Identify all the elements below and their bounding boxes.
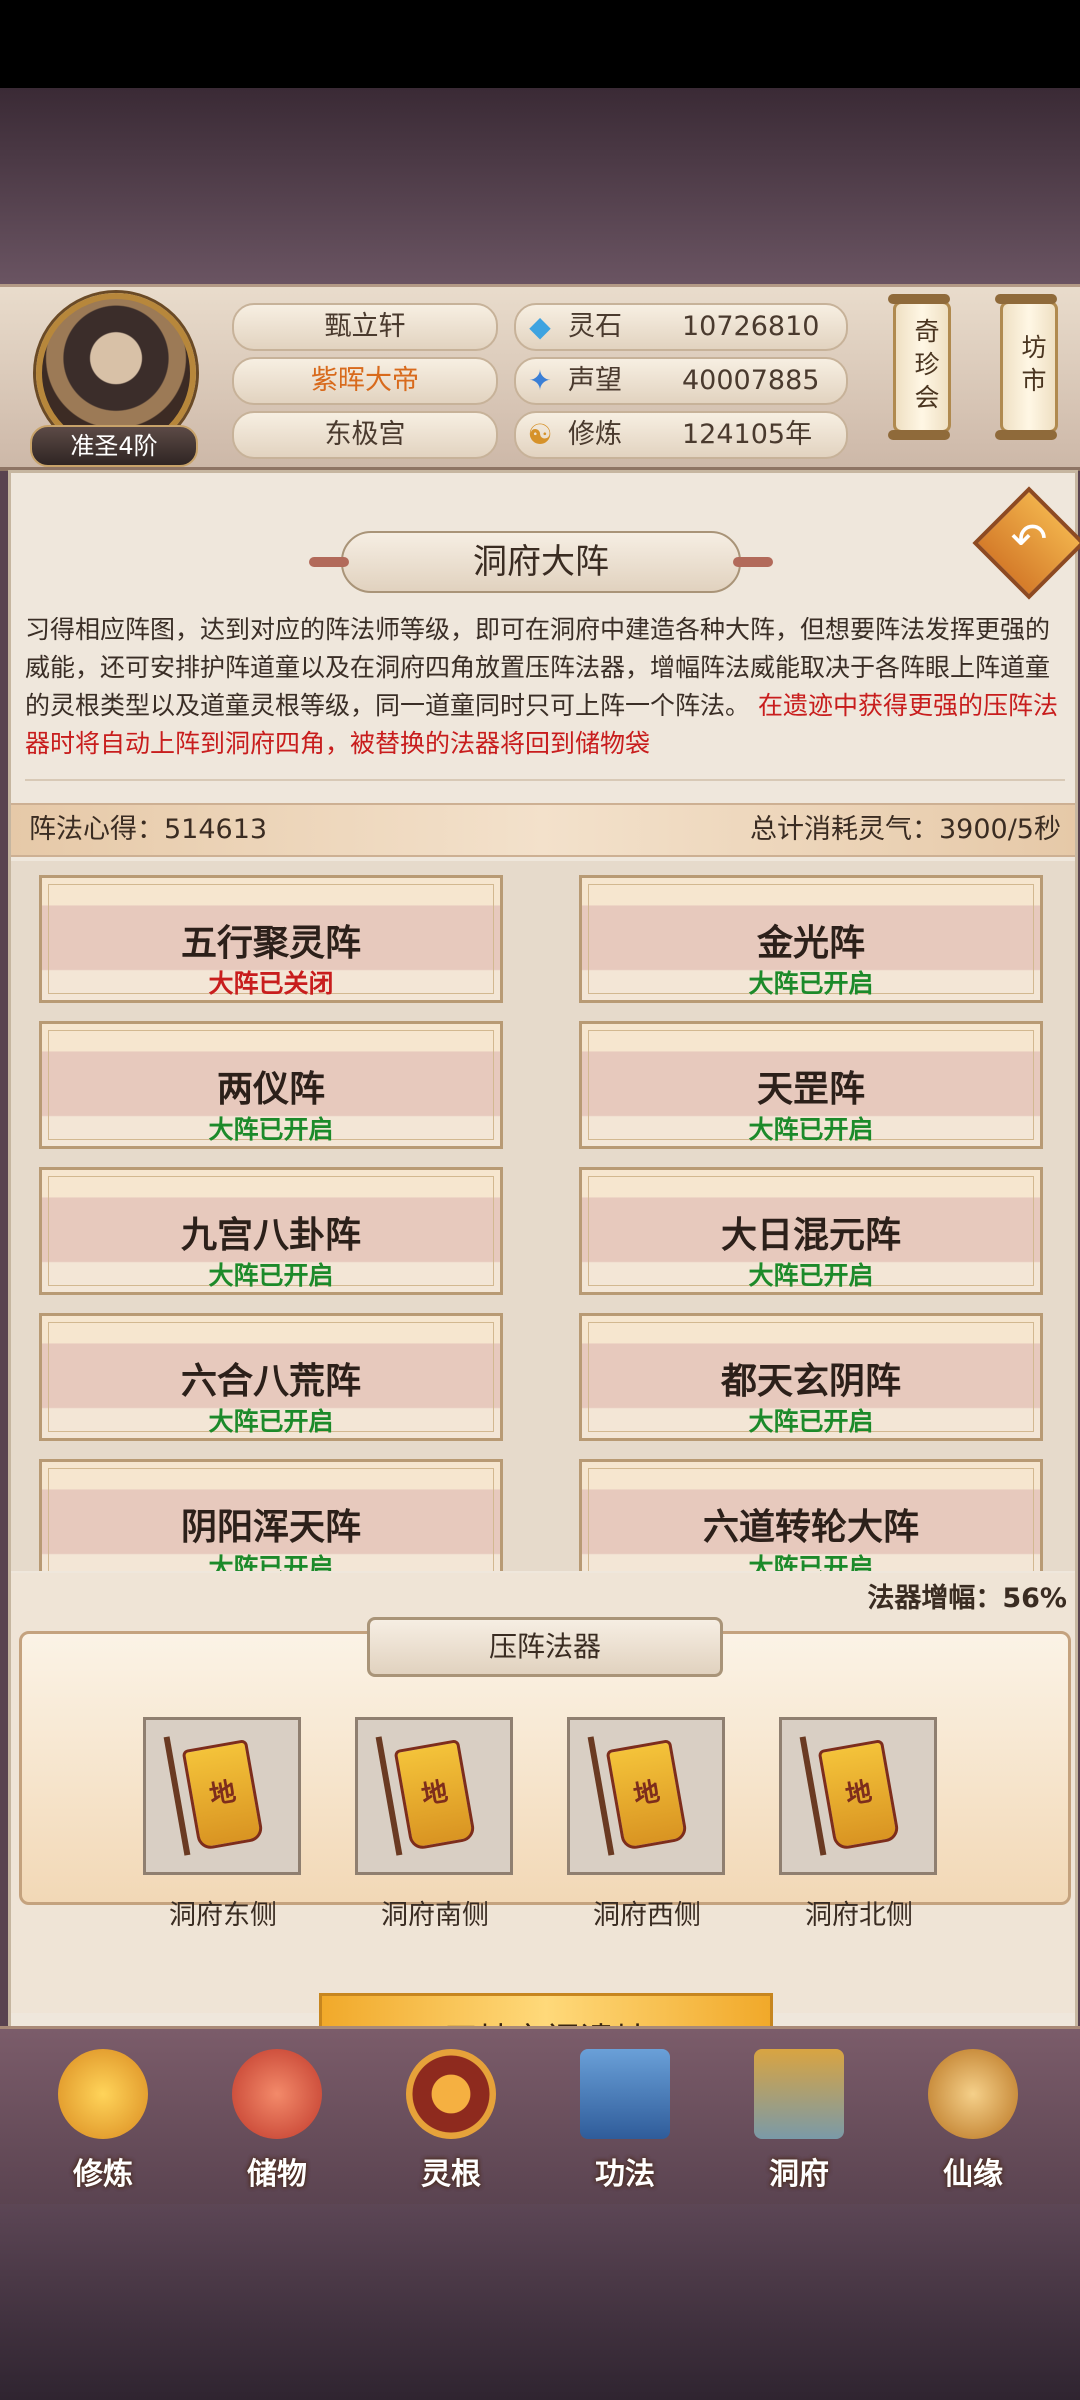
flag-char: 地 [207,1776,239,1812]
formation-status: 大阵已开启 [208,1407,334,1436]
nav-spirit-root[interactable]: 灵根 [376,2039,526,2199]
nav-technique[interactable]: 功法 [550,2039,700,2199]
cultivate-icon [58,2049,148,2139]
formation-stats-bar: 阵法心得：514613 总计消耗灵气：3900/5秒 [11,803,1075,857]
flag-char: 地 [419,1776,451,1812]
formation-card[interactable]: 金光阵 大阵已开启 [579,875,1043,1003]
formation-status: 大阵已开启 [748,969,874,998]
divider [25,779,1065,781]
artifact-increase: 法器增幅：56% [867,1583,1067,1614]
formation-card[interactable]: 天罡阵 大阵已开启 [579,1021,1043,1149]
formation-status: 大阵已关闭 [208,969,334,998]
rank-badge: 准圣4阶 [30,425,198,467]
formation-card[interactable]: 两仪阵 大阵已开启 [39,1021,503,1149]
formation-status: 大阵已开启 [748,1553,874,1571]
flag-char: 地 [843,1776,875,1812]
banner-flag-icon: 地 [605,1739,689,1851]
formation-card[interactable]: 阴阳浑天阵 大阵已开启 [39,1459,503,1571]
formation-insight: 阵法心得：514613 [29,814,268,845]
artifact-slot-west[interactable]: 地 [567,1717,725,1875]
technique-book-icon [580,2049,670,2139]
nav-label: 洞府 [769,2157,829,2192]
slot-label-west: 洞府西侧 [593,1900,701,1931]
artifact-slot-east[interactable]: 地 [143,1717,301,1875]
stat-spirit-stone: ◆ 灵石 10726810 [514,303,848,351]
formation-list[interactable]: 五行聚灵阵 大阵已关闭 金光阵 大阵已开启 两仪阵 大阵已开启 天罡阵 大阵已开… [11,861,1075,1571]
avatar-frame[interactable]: 准圣4阶 [30,293,198,467]
top-decor [0,88,1080,284]
market-button[interactable]: 坊市 [995,294,1058,440]
formation-panel: 洞府大阵 ↶ 习得相应阵图，达到对应的阵法师等级，即可在洞府中建造各种大阵，但想… [8,470,1080,2089]
banner-flag-icon: 地 [817,1739,901,1851]
bottom-decor [0,2204,1080,2400]
back-button[interactable]: ↶ [972,486,1080,600]
formation-name: 阴阳浑天阵 [180,1507,361,1548]
formation-name: 天罡阵 [756,1069,865,1110]
player-title: 紫晖大帝 [232,357,498,405]
cave-abode-icon [754,2049,844,2139]
player-header: 准圣4阶 甄立轩 紫晖大帝 东极宫 ◆ 灵石 10726810 ✦ 声望 400… [0,284,1080,471]
slot-label-north: 洞府北侧 [805,1900,913,1931]
meditate-icon: ☯ [527,418,553,451]
formation-name: 六道转轮大阵 [702,1507,919,1548]
nav-label: 储物 [247,2157,307,2192]
artifact-slot-north[interactable]: 地 [779,1717,937,1875]
formation-card[interactable]: 六道转轮大阵 大阵已开启 [579,1459,1043,1571]
slot-label-south: 洞府南侧 [381,1900,489,1931]
slot-label-east: 洞府东侧 [169,1900,277,1931]
formation-status: 大阵已开启 [208,1553,334,1571]
formation-name: 六合八荒阵 [180,1361,361,1402]
formation-name: 都天玄阴阵 [720,1361,901,1402]
formation-name: 大日混元阵 [720,1215,901,1256]
treasure-fair-button[interactable]: 奇珍会 [888,294,951,440]
banner-flag-icon: 地 [181,1739,265,1851]
page-title: 洞府大阵 [309,531,773,593]
formation-status: 大阵已开启 [748,1261,874,1290]
crystal-icon: ◆ [529,310,551,343]
banner-flag-icon: 地 [393,1739,477,1851]
stat-fame: ✦ 声望 40007885 [514,357,848,405]
storage-bag-icon [232,2049,322,2139]
formation-name: 金光阵 [756,923,865,964]
nav-label: 修炼 [73,2157,133,2192]
nav-label: 功法 [595,2157,655,2192]
back-arrow-icon: ↶ [1010,514,1048,566]
formation-name: 两仪阵 [216,1069,325,1110]
formation-card[interactable]: 都天玄阴阵 大阵已开启 [579,1313,1043,1441]
artifact-slot-south[interactable]: 地 [355,1717,513,1875]
formation-card[interactable]: 六合八荒阵 大阵已开启 [39,1313,503,1441]
player-sect: 东极宫 [232,411,498,459]
flag-char: 地 [631,1776,663,1812]
formation-status: 大阵已开启 [748,1407,874,1436]
description: 习得相应阵图，达到对应的阵法师等级，即可在洞府中建造各种大阵，但想要阵法发挥更强… [25,611,1065,763]
formation-name: 五行聚灵阵 [180,923,361,964]
formation-status: 大阵已开启 [208,1115,334,1144]
nav-cave-abode[interactable]: 洞府 [724,2039,874,2199]
stat-cultivation: ☯ 修炼 124105年 [514,411,848,459]
formation-status: 大阵已开启 [208,1261,334,1290]
spirit-root-icon [406,2049,496,2139]
formation-card[interactable]: 大日混元阵 大阵已开启 [579,1167,1043,1295]
fame-icon: ✦ [528,364,552,397]
formation-name: 九宫八卦阵 [180,1215,361,1256]
fate-gourd-icon [928,2049,1018,2139]
nav-storage[interactable]: 储物 [202,2039,352,2199]
qi-consumption: 总计消耗灵气：3900/5秒 [750,814,1061,845]
formation-card[interactable]: 五行聚灵阵 大阵已关闭 [39,875,503,1003]
formation-status: 大阵已开启 [748,1115,874,1144]
bottom-nav: 修炼 储物 灵根 功法 洞府 仙缘 [0,2026,1080,2207]
nav-fate[interactable]: 仙缘 [898,2039,1048,2199]
player-name: 甄立轩 [232,303,498,351]
artifact-section: 法器增幅：56% 压阵法器 地 地 地 地 洞府东侧 洞府南侧 洞府西侧 洞府北… [11,1573,1075,2089]
formation-card[interactable]: 九宫八卦阵 大阵已开启 [39,1167,503,1295]
nav-label: 仙缘 [943,2157,1003,2192]
nav-cultivate[interactable]: 修炼 [28,2039,178,2199]
status-bar [0,0,1080,88]
artifact-title: 压阵法器 [367,1617,723,1677]
nav-label: 灵根 [421,2157,481,2192]
